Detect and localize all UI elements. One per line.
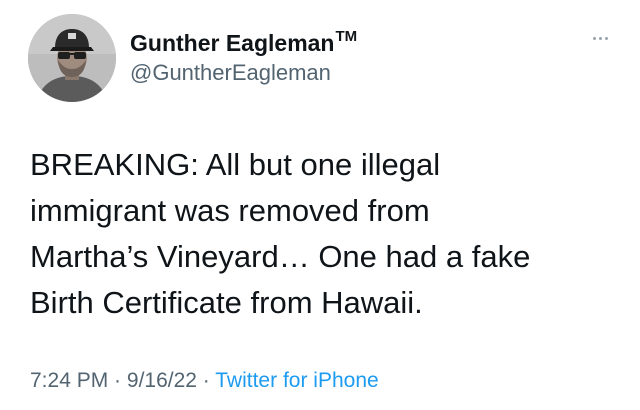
dot	[592, 36, 596, 40]
tweet-text-line: Martha’s Vineyard… One had a fake	[30, 239, 531, 274]
separator: ·	[108, 369, 127, 392]
tweet-text-line: Birth Certificate from Hawaii.	[30, 285, 423, 320]
more-options-icon[interactable]	[588, 32, 612, 44]
tweet-text-line: BREAKING: All but one illegal	[30, 147, 441, 182]
dot	[598, 36, 602, 40]
avatar-photo-icon	[28, 14, 116, 102]
tweet-card: Gunther Eagleman TM @GuntherEagleman BRE…	[0, 0, 640, 410]
tweet-metadata: 7:24 PM · 9/16/22 · Twitter for iPhone	[30, 368, 379, 394]
tweet-date[interactable]: 9/16/22	[127, 369, 197, 392]
display-name[interactable]: Gunther Eagleman	[130, 30, 334, 56]
user-handle[interactable]: @GuntherEagleman	[130, 60, 331, 86]
dot	[604, 36, 608, 40]
trademark-symbol: TM	[335, 28, 358, 45]
tweet-text: BREAKING: All but one illegal immigrant …	[30, 142, 630, 326]
tweet-text-line: immigrant was removed from	[30, 193, 430, 228]
display-name-row[interactable]: Gunther Eagleman TM	[130, 28, 358, 57]
tweet-source-link[interactable]: Twitter for iPhone	[215, 369, 378, 392]
separator: ·	[196, 369, 216, 392]
tweet-time[interactable]: 7:24 PM	[30, 369, 108, 392]
avatar[interactable]	[28, 14, 116, 102]
